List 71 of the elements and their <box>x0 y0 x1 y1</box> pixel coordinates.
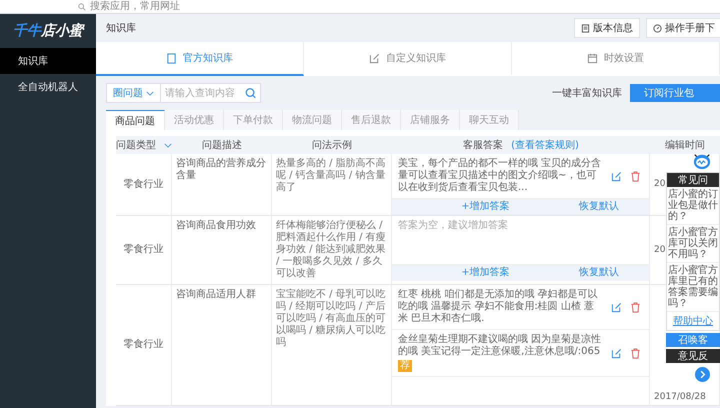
sidebar-item[interactable]: 知识库 <box>0 48 96 74</box>
main-tab[interactable]: 自定义知识库 <box>304 42 512 76</box>
search-icon[interactable] <box>241 83 261 103</box>
scope-dropdown[interactable]: 圈问题 <box>106 83 161 103</box>
category-tab[interactable]: 售后退款 <box>342 110 401 130</box>
restore-default-link[interactable]: 恢复默认 <box>579 201 649 213</box>
trash-icon[interactable] <box>630 302 641 312</box>
table-cell: 20 <box>654 179 666 190</box>
table-cell: 咨询商品的营养成分含量 <box>176 158 266 181</box>
page-title: 知识库 <box>106 22 136 35</box>
answer-text: 金丝皇菊生理期不建议喝的哦 因为皇菊是凉性的哦 美宝记得一定注意保暖,注意休息哦/:065 <box>398 334 602 358</box>
category-tab[interactable]: 活动优惠 <box>165 110 224 130</box>
add-answer-link[interactable]: +增加答案 <box>392 267 579 279</box>
table-cell: 纤体梅能够治疗便秘么 / 肥料酒起什么作用 / 有瘦身功效 / 能达到减肥效果 / 一般喝多久见效 / 多久可以改善 <box>276 220 386 279</box>
category-tab[interactable]: 店铺服务 <box>401 110 460 130</box>
restore-default-link[interactable]: 恢复默认 <box>579 267 649 279</box>
chevron-down-icon[interactable] <box>164 142 172 148</box>
table-cell: 热量多高的 / 脂肪高不高呢 / 钙含量高吗 / 钠含量高了 <box>276 158 386 193</box>
app-logo: 千牛店小蜜 <box>12 22 86 41</box>
table-cell: 咨询商品食用功效 <box>176 220 256 231</box>
category-tab[interactable]: 聊天互动 <box>460 110 519 130</box>
add-answer-link[interactable]: +增加答案 <box>392 201 579 213</box>
column-header: 编辑时间 <box>665 138 705 152</box>
call-service-button[interactable]: 召唤客 <box>666 333 720 347</box>
help-panel-title: 常见问 <box>667 173 719 187</box>
table-cell: 咨询商品适用人群 <box>176 289 256 300</box>
document-icon <box>166 52 177 64</box>
faq-item[interactable]: 店小蜜官方 库可以关闭 不用吗？ <box>667 225 719 263</box>
column-header: 客服答案 <box>463 138 504 152</box>
robot-icon[interactable] <box>692 152 712 170</box>
edit-icon[interactable] <box>611 302 622 312</box>
sidebar-item[interactable]: 全自动机器人 <box>0 74 96 100</box>
empty-answer-text: 答案为空，建议增加答案 <box>398 220 508 232</box>
faq-item[interactable]: 店小蜜的订 业包是做什 的？ <box>667 187 719 225</box>
column-header: 问题类型 <box>116 138 156 152</box>
edit-icon <box>369 52 380 64</box>
trash-icon[interactable] <box>630 348 641 358</box>
table-cell: 宝宝能吃不 / 母乳可以吃吗 / 经期可以吃吗 / 产后可以吃吗 / 有高血压的可以喝吗 / 糖尿病人可以吃吗 <box>276 289 386 348</box>
help-center-link[interactable]: 帮助中心 <box>667 312 719 330</box>
main-tab[interactable]: 官方知识库 <box>96 42 304 76</box>
trash-icon[interactable] <box>630 170 641 182</box>
table-cell: 20 <box>654 244 666 256</box>
category-tab[interactable]: 下单付款 <box>224 110 283 130</box>
column-header: 问法示例 <box>312 138 352 152</box>
address-bar[interactable]: 搜索应用，常用网址 <box>90 0 180 12</box>
table-cell: 零食行业 <box>124 244 164 256</box>
edit-icon[interactable] <box>611 348 622 358</box>
main-tab[interactable]: 时效设置 <box>512 42 720 76</box>
compass-icon <box>653 24 662 32</box>
header-button[interactable]: 版本信息 <box>574 18 640 38</box>
table-cell: 2017/08/28 <box>654 392 706 403</box>
category-tab[interactable]: 物流问题 <box>283 110 342 130</box>
enrich-link[interactable]: 一键丰富知识库 <box>552 86 622 100</box>
subscribe-button[interactable]: 订阅行业包 <box>630 84 720 102</box>
search-icon <box>78 2 86 10</box>
table-cell: 零食行业 <box>124 178 164 190</box>
answer-text: 美宝，每个产品的都不一样的哦 宝贝的成分含量可以查看宝贝描述中的图文介绍哦~，也可以在收到货后查看宝贝包装... <box>398 158 602 194</box>
search-field[interactable]: 请输入查询内容 <box>161 83 241 103</box>
column-header: 问题描述 <box>202 138 242 152</box>
header-button[interactable]: 操作手册下 <box>646 18 720 38</box>
calendar-icon <box>587 52 598 64</box>
table-cell: 零食行业 <box>124 339 164 351</box>
book-icon <box>581 24 590 32</box>
category-tab[interactable]: 商品问题 <box>106 110 165 130</box>
faq-item[interactable]: 店小蜜官方 库里已有的 答案需要编 吗？ <box>667 263 719 312</box>
feedback-button[interactable]: 意见反 <box>666 349 720 363</box>
answer-text: 红枣 桃桃 咱们都是无添加的哦 孕妇都是可以吃的哦 温馨提示 孕妇不能食用:桂圆 山楂 薏米 巴旦木和杏仁哦. <box>398 289 599 325</box>
chevron-down-icon <box>146 90 154 96</box>
tag: 荐 <box>398 360 412 372</box>
edit-icon[interactable] <box>611 170 622 182</box>
answer-rule-link[interactable]: (查看答案规则) <box>511 138 579 152</box>
